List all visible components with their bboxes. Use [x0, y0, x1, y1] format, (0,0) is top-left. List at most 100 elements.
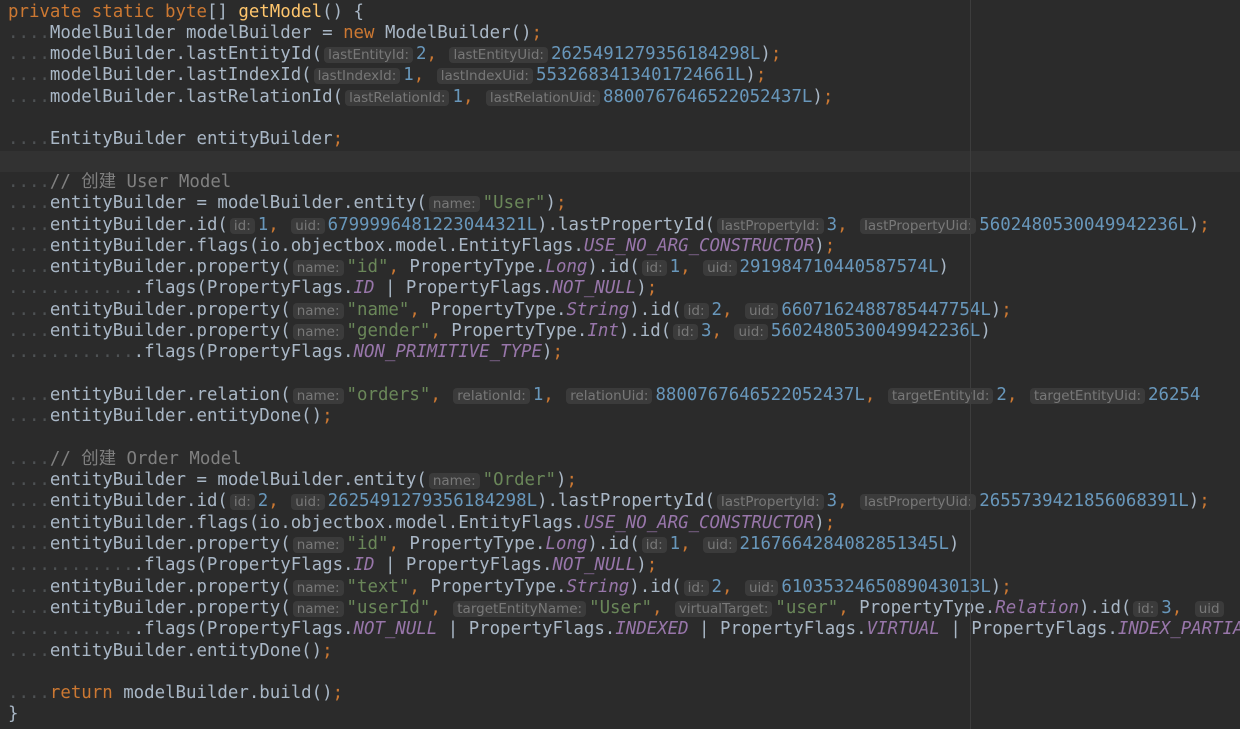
keyword-token: private static byte — [8, 1, 207, 22]
code-line[interactable]: ....entityBuilder.entityDone(); — [0, 406, 1240, 427]
code-line[interactable] — [0, 364, 1240, 385]
code-line[interactable]: ....modelBuilder.lastIndexId(lastIndexId… — [0, 65, 1240, 86]
code-line[interactable]: ....entityBuilder.entityDone(); — [0, 641, 1240, 662]
whitespace-dots: .... — [8, 22, 50, 43]
parameter-hint: id: — [641, 260, 667, 277]
code-token: PropertyType. — [409, 534, 546, 554]
code-line[interactable]: ....modelBuilder.lastRelationId(lastRela… — [0, 87, 1240, 108]
code-line[interactable]: ....entityBuilder.property(name: "id", Pr… — [0, 257, 1240, 278]
parameter-hint: uid: — [703, 260, 737, 277]
parameter-hint: virtualTarget: — [674, 600, 773, 617]
code-editor[interactable]: private static byte[] getModel() {....Mo… — [0, 0, 1240, 729]
keyword-token: new — [343, 22, 385, 43]
semicolon: ; — [1001, 299, 1012, 320]
constant-token: String — [566, 576, 630, 597]
code-line[interactable] — [0, 428, 1240, 449]
semicolon: ; — [332, 129, 344, 150]
code-line[interactable]: .............flags(PropertyFlags.NON_PRI… — [0, 342, 1240, 363]
keyword-token: , — [680, 534, 702, 554]
code-line[interactable]: ....entityBuilder.flags(io.objectbox.mod… — [0, 513, 1240, 534]
keyword-token: , — [722, 576, 743, 597]
keyword-token: , — [462, 86, 484, 107]
code-token: ) — [745, 65, 756, 86]
code-token: ) — [812, 86, 823, 107]
constant-token: ID — [353, 278, 375, 299]
string-literal: "Order" — [482, 470, 556, 491]
code-line[interactable]: ....entityBuilder.property(name: "name", … — [0, 300, 1240, 321]
code-line[interactable]: ....// 创建 User Model — [0, 172, 1240, 193]
code-token: ) — [990, 576, 1002, 597]
parameter-hint: id: — [683, 302, 709, 319]
code-token: modelBuilder.lastRelationId( — [49, 86, 344, 107]
code-token: [] — [206, 1, 239, 22]
code-line[interactable]: ....ModelBuilder modelBuilder = new Mode… — [0, 23, 1240, 44]
code-line[interactable]: private static byte[] getModel() { — [0, 2, 1240, 23]
number-literal: 2 — [711, 299, 722, 320]
parameter-hint: relationId: — [453, 387, 530, 404]
code-token: ).lastPropertyId( — [537, 214, 716, 235]
whitespace-dots: .... — [8, 44, 50, 65]
parameter-hint: id: — [683, 579, 709, 596]
constant-token: NOT_NULL — [552, 278, 637, 299]
code-token: ).id( — [587, 534, 640, 554]
constant-token: USE_NO_ARG_CONSTRUCTOR — [583, 235, 815, 256]
semicolon: ; — [822, 86, 834, 107]
number-literal: 2625491279356184298L — [327, 491, 538, 512]
code-line[interactable]: ....// 创建 Order Model — [0, 449, 1240, 470]
code-token: entityBuilder.id( — [49, 491, 228, 512]
code-token: ).lastPropertyId( — [537, 491, 716, 512]
code-token: ) — [948, 534, 960, 554]
semicolon: ; — [824, 235, 836, 256]
code-token: entityBuilder.property( — [49, 534, 291, 554]
string-literal: "User" — [589, 597, 652, 618]
code-token: entityBuilder.property( — [49, 257, 291, 278]
parameter-hint: lastPropertyUid: — [860, 494, 977, 511]
semicolon: ; — [1001, 576, 1012, 597]
code-line[interactable]: ....entityBuilder = modelBuilder.entity(… — [0, 193, 1240, 214]
code-line[interactable]: ....entityBuilder.flags(io.objectbox.mod… — [0, 236, 1240, 257]
code-token: | PropertyFlags. — [374, 555, 553, 576]
code-line[interactable]: .............flags(PropertyFlags.ID | Pr… — [0, 278, 1240, 299]
code-line[interactable]: ....entityBuilder.property(name: "id", Pr… — [0, 534, 1240, 555]
code-token: modelBuilder.lastIndexId( — [49, 65, 312, 86]
code-line[interactable] — [0, 150, 1240, 172]
code-line[interactable]: ....entityBuilder.relation(name: "orders"… — [0, 385, 1240, 406]
string-literal: "gender" — [346, 321, 431, 341]
constant-token: Long — [545, 257, 588, 278]
number-literal: 291984710440587574L — [739, 257, 939, 278]
constant-token: ID — [353, 555, 375, 576]
keyword-token: , — [864, 384, 886, 405]
code-line[interactable] — [0, 662, 1240, 683]
code-comment: // 创建 Order Model — [49, 448, 242, 469]
code-line[interactable]: ....entityBuilder.id(id: 2, uid: 262549127… — [0, 491, 1240, 512]
code-line[interactable] — [0, 108, 1240, 129]
keyword-token: , — [837, 491, 859, 512]
code-line[interactable]: ....entityBuilder = modelBuilder.entity(… — [0, 470, 1240, 491]
code-line[interactable]: } — [0, 704, 1240, 725]
code-line[interactable]: ....entityBuilder.property(name: "userId"… — [0, 598, 1240, 619]
semicolon: ; — [552, 342, 563, 363]
code-line[interactable]: ....entityBuilder.property(name: "gender"… — [0, 321, 1240, 342]
code-line[interactable]: .............flags(PropertyFlags.ID | Pr… — [0, 555, 1240, 576]
code-line[interactable]: ....entityBuilder.property(name: "text", … — [0, 577, 1240, 598]
number-literal: 1 — [532, 384, 544, 405]
code-token: ) — [541, 342, 553, 363]
parameter-hint: uid: — [744, 302, 779, 319]
code-line[interactable]: ....modelBuilder.lastEntityId(lastEntity… — [0, 44, 1240, 65]
code-token: ) — [814, 512, 825, 533]
whitespace-dots: .... — [8, 65, 50, 86]
whitespace-dots: ............ — [8, 555, 134, 576]
number-literal: 5602480530049942236L — [979, 214, 1189, 235]
code-token: ) — [814, 235, 825, 256]
code-token: entityBuilder.entityDone() — [49, 406, 323, 427]
number-literal: 2 — [416, 44, 427, 65]
parameter-hint: id: — [229, 217, 255, 234]
code-line[interactable]: ....entityBuilder.id(id: 1, uid: 679999648… — [0, 215, 1240, 236]
semicolon: ; — [555, 193, 567, 214]
keyword-token: , — [430, 321, 452, 341]
code-line[interactable]: ....EntityBuilder entityBuilder; — [0, 129, 1240, 150]
code-token: ).id( — [629, 299, 682, 320]
whitespace-dots: .... — [8, 193, 50, 214]
code-line[interactable]: ....return modelBuilder.build(); — [0, 683, 1240, 704]
code-line[interactable]: .............flags(PropertyFlags.NOT_NUL… — [0, 619, 1240, 640]
